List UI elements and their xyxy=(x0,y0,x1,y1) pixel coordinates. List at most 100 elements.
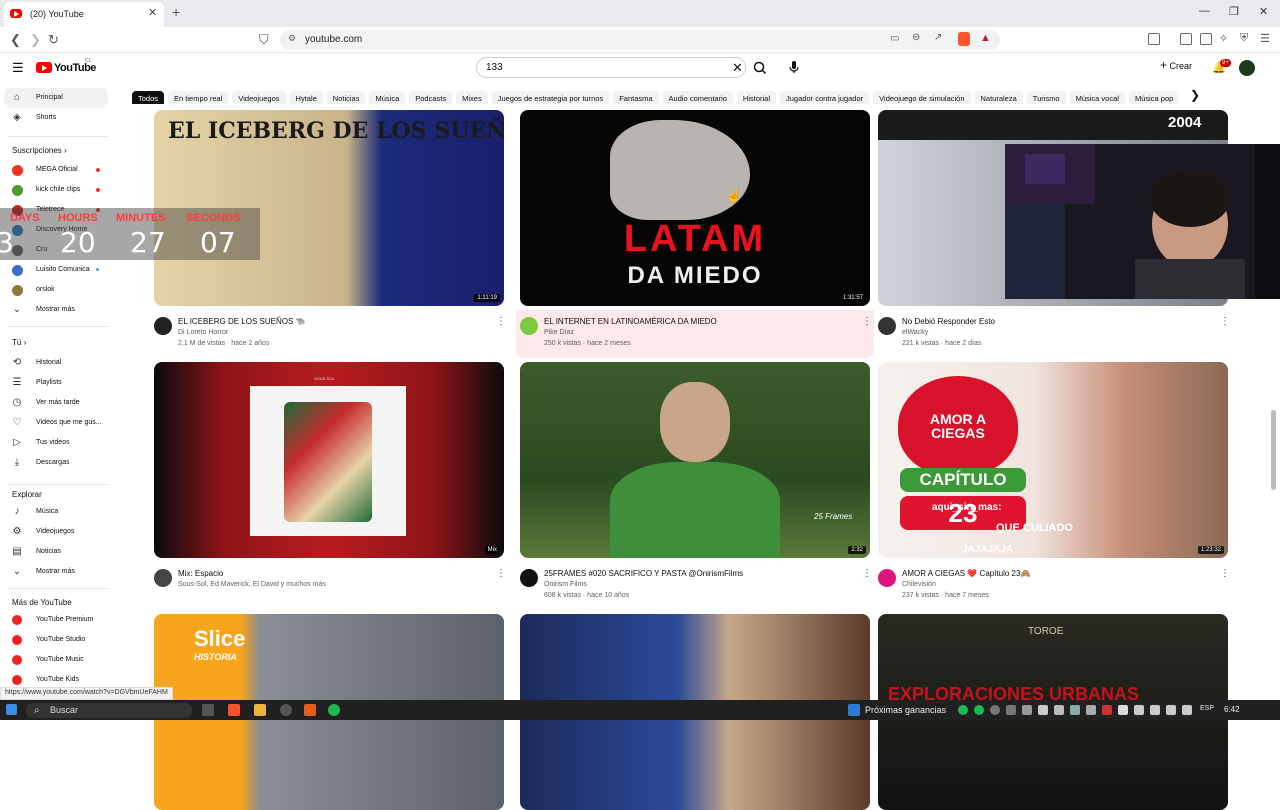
video-thumbnail[interactable]: SOUS-SOL Mix xyxy=(154,362,504,558)
video-title[interactable]: No Debió Responder Esto xyxy=(902,317,995,326)
search-box[interactable]: 133 ✕ xyxy=(476,57,746,78)
wallet-icon[interactable] xyxy=(1200,33,1212,45)
sidebar-sub-item[interactable]: kick chile clips xyxy=(4,180,108,200)
reload-icon[interactable]: ↻ xyxy=(48,32,59,48)
browser-tab[interactable]: (20) YouTube ✕ xyxy=(4,2,164,27)
windows-start-icon[interactable] xyxy=(6,704,17,715)
create-button[interactable]: + Crear xyxy=(1160,58,1192,72)
window-close-icon[interactable]: ✕ xyxy=(1259,5,1268,18)
sidebar-item-home[interactable]: ⌂ Principal xyxy=(4,88,108,108)
you-header[interactable]: Tú › xyxy=(12,338,26,347)
vpn-icon[interactable]: ⛨ xyxy=(1240,32,1248,45)
leo-ai-icon[interactable]: ✧ xyxy=(1219,32,1228,45)
app-taskbar-icon-2[interactable] xyxy=(304,704,316,716)
menu-icon[interactable]: ☰ xyxy=(1260,32,1270,45)
chip-6[interactable]: Podcasts xyxy=(409,91,453,104)
tab-search-icon[interactable] xyxy=(1148,33,1160,45)
tray-icon[interactable] xyxy=(1134,705,1144,715)
more-options-icon[interactable]: ⋮ xyxy=(862,316,872,327)
channel-name[interactable]: Onirism Films xyxy=(544,581,587,588)
chip-9[interactable]: Fantasma xyxy=(613,91,659,104)
sidebar-you-item[interactable]: ⟲ Historial xyxy=(4,353,108,373)
sidebar-explore-item[interactable]: ▤ Noticias xyxy=(4,542,108,562)
microphone-tray-icon[interactable] xyxy=(1150,705,1160,715)
user-avatar[interactable] xyxy=(1239,60,1255,76)
tray-icon[interactable] xyxy=(974,705,984,715)
zoom-icon[interactable]: ⊖ xyxy=(912,32,920,43)
sidebar-more-item[interactable]: YouTube Premium xyxy=(4,610,108,630)
chip-4[interactable]: Noticias xyxy=(326,91,366,104)
sidebar-you-item[interactable]: ♡ Videos que me gus... xyxy=(4,413,108,433)
channel-avatar[interactable] xyxy=(154,317,172,335)
new-tab-icon[interactable]: + xyxy=(172,4,180,20)
video-thumbnail[interactable]: 25 Frames 2:32 xyxy=(520,362,870,558)
sidebar-you-item[interactable]: ◷ Ver más tarde xyxy=(4,393,108,413)
tray-icon[interactable] xyxy=(1038,705,1048,715)
chip-3[interactable]: Hytale xyxy=(289,91,323,104)
chip-14[interactable]: Naturaleza xyxy=(974,91,1023,104)
volume-icon[interactable] xyxy=(1166,705,1176,715)
bluetooth-icon[interactable] xyxy=(990,705,1000,715)
chip-16[interactable]: Música vocal xyxy=(1069,91,1125,104)
channel-name[interactable]: Di Loreto Horror xyxy=(178,329,228,336)
bookmark-icon[interactable]: ⛉ xyxy=(259,32,269,48)
taskbar-clock[interactable]: 6:42 xyxy=(1224,705,1240,714)
rewards-icon[interactable]: ▲ xyxy=(980,32,991,44)
channel-name[interactable]: Sous-Sol, Ed Maverick, El David y muchos… xyxy=(178,581,326,588)
sidebar-sub-item[interactable]: orslok xyxy=(4,280,108,300)
taskbar-search[interactable]: ⌕ Buscar xyxy=(26,703,192,718)
tray-icon[interactable] xyxy=(1102,705,1112,715)
share-icon[interactable]: ↗ xyxy=(934,32,942,43)
channel-name[interactable]: Pike Díaz xyxy=(544,329,574,336)
youtube-logo-icon[interactable] xyxy=(36,62,52,73)
hamburger-menu-icon[interactable]: ☰ xyxy=(12,60,24,76)
chip-13[interactable]: Videojuego de simulación xyxy=(873,91,971,104)
more-options-icon[interactable]: ⋮ xyxy=(1220,316,1230,327)
video-title[interactable]: 25FRAMES #020 SACRIFICO Y PASTA @Onirism… xyxy=(544,569,743,578)
chip-15[interactable]: Turismo xyxy=(1026,91,1066,104)
search-input[interactable]: 133 xyxy=(486,62,503,73)
page-scrollbar[interactable] xyxy=(1271,410,1276,490)
spotify-icon[interactable] xyxy=(328,704,340,716)
video-thumbnail[interactable]: LATAM DA MIEDO ☝ 1:31:57 xyxy=(520,110,870,306)
tray-icon[interactable] xyxy=(1086,705,1096,715)
sidebar-explore-item[interactable]: ⚙ Videojuegos xyxy=(4,522,108,542)
channel-name[interactable]: elWacky xyxy=(902,329,928,336)
chip-2[interactable]: Videojuegos xyxy=(232,91,286,104)
channel-avatar[interactable] xyxy=(520,317,538,335)
address-bar[interactable]: ⚙ youtube.com ▭ ⊖ ↗ ▲ xyxy=(280,30,1000,50)
sidebar-toggle-icon[interactable] xyxy=(1180,33,1192,45)
chip-11[interactable]: Historial xyxy=(736,91,777,104)
sidebar-item-shorts[interactable]: ◈ Shorts xyxy=(4,108,108,128)
channel-avatar[interactable] xyxy=(154,569,172,587)
chip-10[interactable]: Audio comentario xyxy=(662,91,733,104)
sidebar-sub-item[interactable]: MEGA Oficial xyxy=(4,160,108,180)
chip-0[interactable]: Todos xyxy=(132,91,165,104)
more-options-icon[interactable]: ⋮ xyxy=(496,316,506,327)
tray-icon[interactable] xyxy=(1054,705,1064,715)
channel-avatar[interactable] xyxy=(878,569,896,587)
tab-close-icon[interactable]: ✕ xyxy=(148,6,157,19)
chip-17[interactable]: Música pop xyxy=(1128,91,1180,104)
video-title[interactable]: AMOR A CIEGAS ❤️ Capítulo 23🙈 xyxy=(902,569,1030,578)
sidebar-more-item[interactable]: YouTube Music xyxy=(4,650,108,670)
cast-icon[interactable]: ▭ xyxy=(890,33,899,44)
brave-shield-icon[interactable] xyxy=(958,32,970,46)
tray-icon[interactable] xyxy=(1118,705,1128,715)
file-explorer-icon[interactable] xyxy=(254,704,266,716)
video-title[interactable]: EL ICEBERG DE LOS SUEÑOS 🐃 xyxy=(178,317,305,326)
sidebar-you-item[interactable]: ☰ Playlists xyxy=(4,373,108,393)
brave-taskbar-icon[interactable] xyxy=(228,704,240,716)
stocks-widget-text[interactable]: Próximas ganancias xyxy=(865,705,946,715)
more-options-icon[interactable]: ⋮ xyxy=(862,568,872,579)
stocks-widget-icon[interactable] xyxy=(848,704,860,716)
channel-avatar[interactable] xyxy=(878,317,896,335)
sidebar-you-item[interactable]: ⤓ Descargas xyxy=(4,453,108,473)
task-view-icon[interactable] xyxy=(202,704,214,716)
chip-12[interactable]: Jugador contra jugador xyxy=(780,91,870,104)
app-taskbar-icon[interactable] xyxy=(280,704,292,716)
minimize-icon[interactable]: — xyxy=(1199,5,1210,17)
video-thumbnail[interactable]: AMOR A CIEGAS CAPÍTULO 23 aqui_sin_mas: QUE … xyxy=(878,362,1228,558)
tray-icon[interactable] xyxy=(958,705,968,715)
chips-next-icon[interactable]: ❯ xyxy=(1190,88,1200,102)
